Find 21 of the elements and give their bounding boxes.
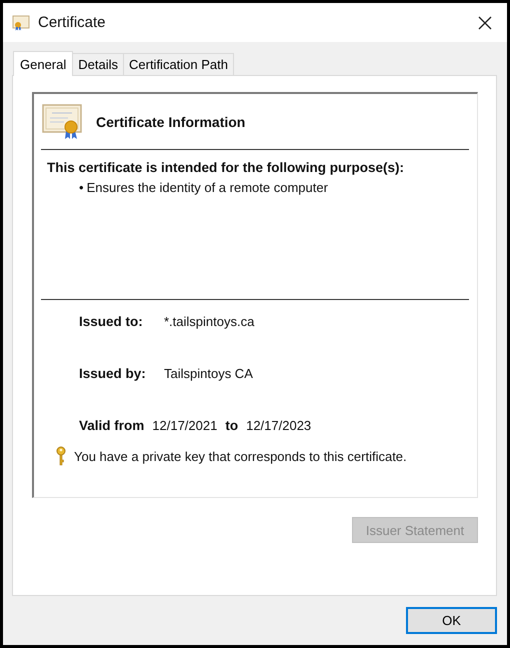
key-icon xyxy=(56,446,66,466)
ok-button[interactable]: OK xyxy=(406,607,497,634)
window-title: Certificate xyxy=(38,14,106,31)
field-value: *.tailspintoys.ca xyxy=(164,314,254,329)
section-title: Certificate Information xyxy=(96,114,246,130)
certificate-icon xyxy=(42,104,84,140)
field-label: Valid from xyxy=(79,418,144,433)
purpose-heading: This certificate is intended for the following purpose(s): xyxy=(46,160,406,175)
purpose-text: Ensures the identity of a remote computer xyxy=(86,180,328,195)
field-value: Tailspintoys CA xyxy=(164,366,253,381)
bullet: • xyxy=(79,180,84,195)
close-icon xyxy=(478,16,492,30)
private-key-note: You have a private key that corresponds to this certificate. xyxy=(74,448,407,464)
certificate-icon xyxy=(12,14,30,30)
date-value: 12/17/2021 xyxy=(152,418,218,433)
date-value: 12/17/2023 xyxy=(246,418,312,433)
tab[interactable]: General xyxy=(13,51,74,76)
field-label: to xyxy=(225,418,238,433)
field-label: Issued by: xyxy=(79,366,147,381)
field-label: Issued to: xyxy=(79,314,144,329)
tab[interactable]: Certification Path xyxy=(123,53,234,75)
